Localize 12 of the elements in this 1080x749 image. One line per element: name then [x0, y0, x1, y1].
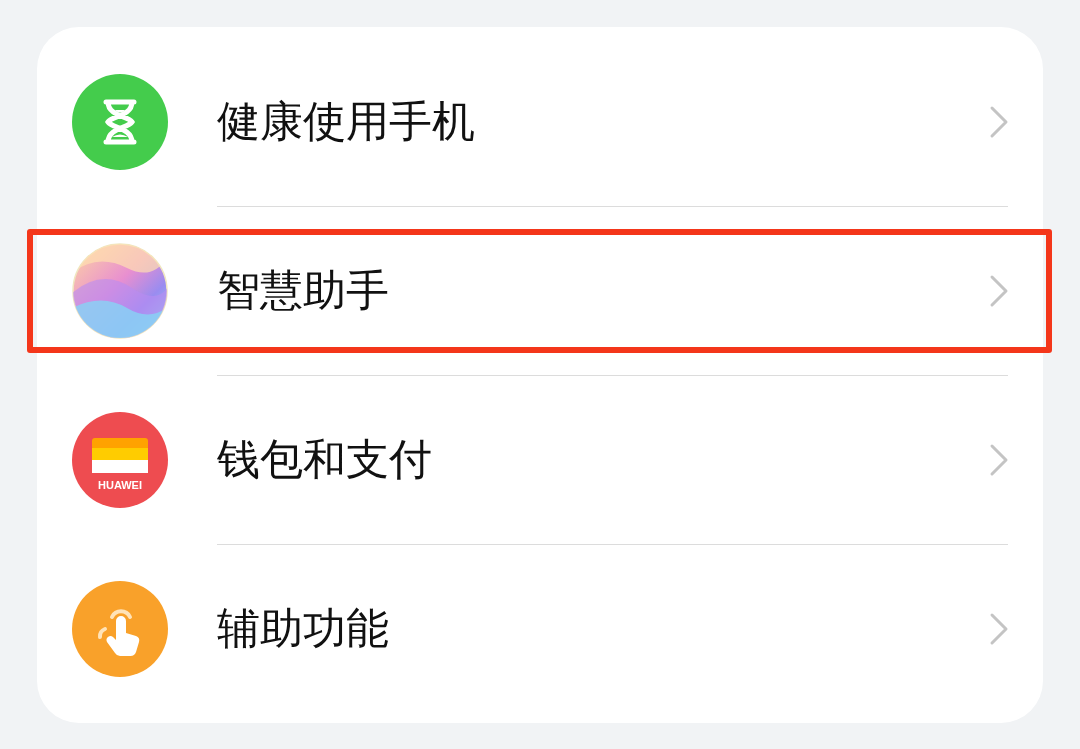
gradient-orb-icon — [72, 243, 168, 339]
tap-hand-icon — [72, 581, 168, 677]
wallet-icon: HUAWEI — [72, 412, 168, 508]
chevron-right-icon — [989, 443, 1009, 477]
settings-item[interactable]: 健康使用手机 — [217, 93, 989, 151]
hourglass-icon — [72, 74, 168, 170]
settings-item[interactable]: 辅助功能 — [217, 600, 989, 658]
chevron-right-icon — [989, 612, 1009, 646]
chevron-right-icon — [989, 274, 1009, 308]
settings-item[interactable]: 钱包和支付 — [217, 431, 989, 489]
settings-item[interactable]: 智慧助手 — [217, 262, 989, 320]
chevron-right-icon — [989, 105, 1009, 139]
